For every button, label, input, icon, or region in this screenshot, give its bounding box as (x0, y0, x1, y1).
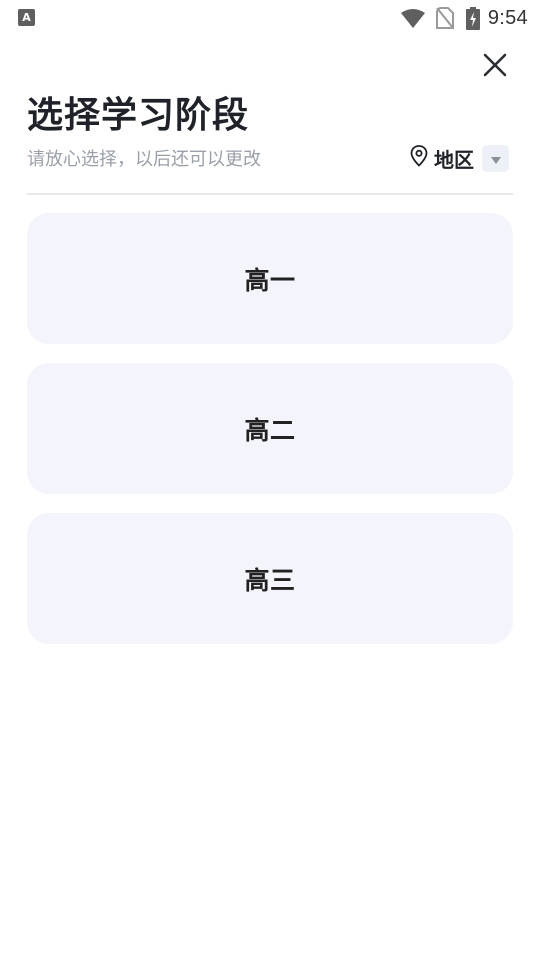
close-icon (483, 53, 507, 81)
wifi-icon (400, 8, 426, 28)
app-notification-icon: A (18, 9, 35, 26)
page-title: 选择学习阶段 (27, 95, 250, 136)
grade-option-3[interactable]: 高三 (27, 513, 513, 644)
status-bar: A 9:54 (0, 0, 540, 36)
no-sim-icon (435, 7, 454, 29)
status-icons: 9:54 (400, 6, 528, 30)
region-label: 地区 (434, 147, 474, 172)
region-dropdown-button[interactable] (482, 144, 509, 172)
status-time: 9:54 (487, 6, 528, 29)
location-pin-icon (410, 145, 428, 171)
caret-down-icon (490, 149, 501, 168)
close-button[interactable] (478, 50, 512, 84)
grade-label: 高三 (244, 565, 296, 595)
grade-label: 高二 (244, 415, 296, 445)
grade-option-1[interactable]: 高一 (27, 213, 513, 344)
grade-list: 高一 高二 高三 (27, 213, 513, 663)
region-selector[interactable]: 地区 (410, 142, 509, 174)
page-subtitle: 请放心选择，以后还可以更改 (27, 149, 261, 170)
divider (27, 193, 513, 195)
grade-label: 高一 (244, 265, 296, 295)
battery-charging-icon (465, 6, 480, 30)
grade-option-2[interactable]: 高二 (27, 363, 513, 494)
